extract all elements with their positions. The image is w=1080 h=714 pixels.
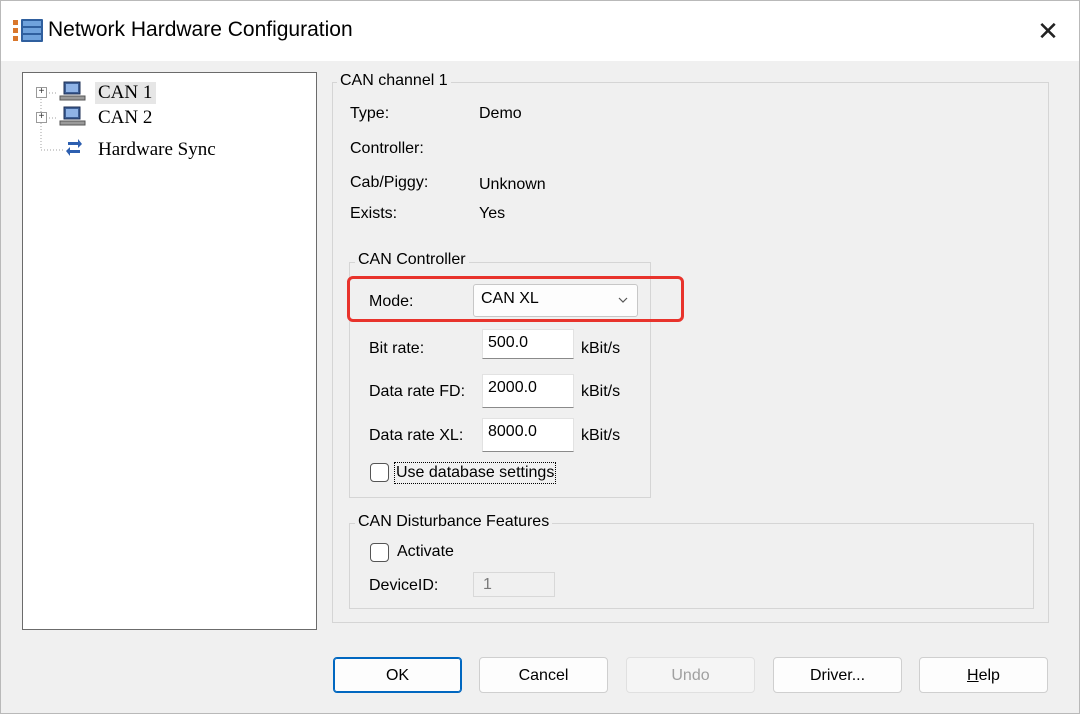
bit-rate-input[interactable]: 500.0 [482,329,574,359]
data-rate-xl-input[interactable]: 8000.0 [482,418,574,452]
data-rate-fd-unit: kBit/s [581,383,621,400]
tree-item-hardware-sync[interactable]: Hardware Sync [23,138,316,162]
data-rate-xl-label: Data rate XL: [369,427,464,444]
undo-button: Undo [626,657,755,693]
can-channel-group-title: CAN channel 1 [337,72,451,90]
tree-item-can2[interactable]: + CAN 2 [23,106,316,130]
network-config-icon [13,18,45,46]
type-label: Type: [350,105,390,122]
can-controller-group-title: CAN Controller [355,251,469,269]
expand-icon[interactable]: + [36,87,47,98]
activate-checkbox[interactable] [370,543,389,562]
window-title: Network Hardware Configuration [48,18,353,41]
ok-button[interactable]: OK [333,657,462,693]
exists-value: Yes [479,205,506,222]
hardware-tree[interactable]: + CAN 1 + CAN 2 Hardware Sync [22,72,317,630]
computer-icon [59,81,87,109]
disturbance-group [349,523,1034,609]
highlight-box [347,276,684,322]
sync-icon [64,138,84,166]
data-rate-xl-unit: kBit/s [581,427,621,444]
controller-label: Controller: [350,140,424,157]
tree-item-label: Hardware Sync [98,139,216,160]
data-rate-fd-input[interactable]: 2000.0 [482,374,574,408]
device-id-input: 1 [473,572,555,597]
help-button-label: elp [978,667,1000,684]
use-database-label[interactable]: Use database settings [394,462,557,484]
bit-rate-label: Bit rate: [369,340,425,357]
tree-item-label: CAN 2 [98,107,153,128]
type-value: Demo [479,105,522,122]
cab-piggy-value: Unknown [479,176,546,193]
expand-icon[interactable]: + [36,112,47,123]
computer-icon [59,106,87,134]
cancel-button[interactable]: Cancel [479,657,608,693]
close-button[interactable]: ✕ [1028,11,1068,51]
tree-item-label: CAN 1 [95,82,157,104]
dialog-window: Network Hardware Configuration ✕ + CAN 1 [0,0,1080,714]
bit-rate-unit: kBit/s [581,340,621,357]
help-mnemonic: H [967,667,979,684]
device-id-label: DeviceID: [369,577,439,594]
title-bar: Network Hardware Configuration ✕ [1,1,1079,61]
exists-label: Exists: [350,205,398,222]
data-rate-fd-label: Data rate FD: [369,383,466,400]
cab-piggy-label: Cab/Piggy: [350,174,429,191]
use-database-checkbox[interactable] [370,463,389,482]
close-icon: ✕ [1037,16,1059,46]
help-button[interactable]: Help [919,657,1048,693]
driver-button[interactable]: Driver... [773,657,902,693]
activate-label[interactable]: Activate [397,543,454,561]
tree-item-can1[interactable]: + CAN 1 [23,80,316,104]
disturbance-group-title: CAN Disturbance Features [355,513,553,531]
